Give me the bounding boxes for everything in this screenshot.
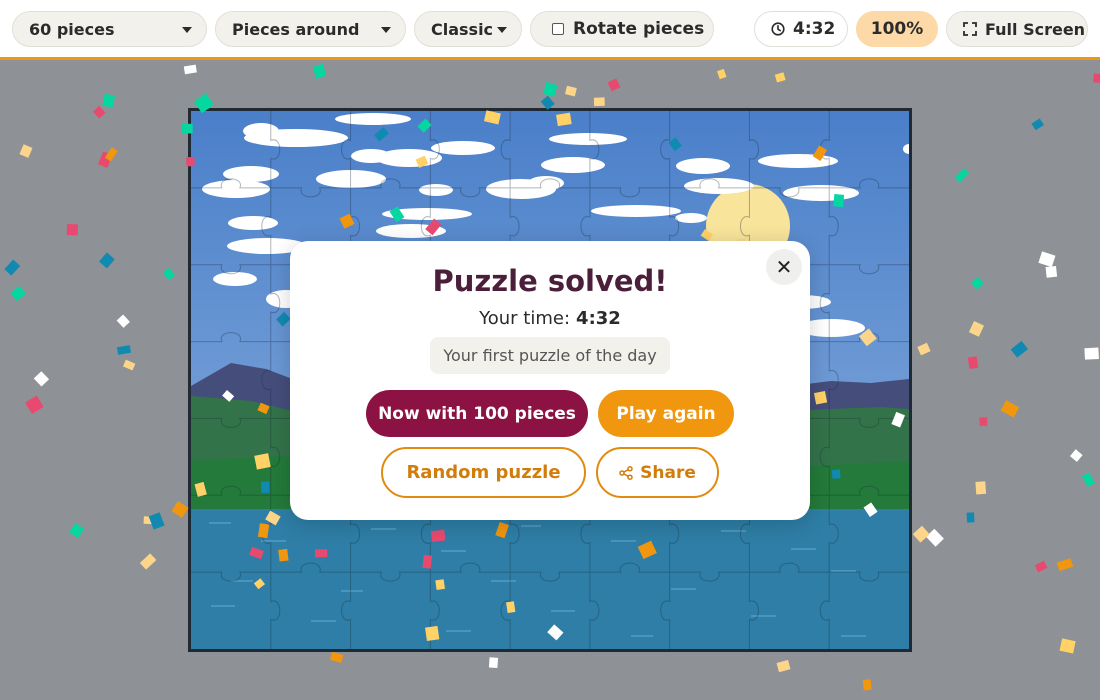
first-puzzle-badge: Your first puzzle of the day [430, 337, 670, 374]
confetti-piece [1000, 400, 1020, 418]
confetti-piece [116, 345, 132, 355]
confetti-piece [69, 522, 85, 539]
confetti-piece [954, 168, 970, 183]
confetti-piece [97, 151, 113, 169]
timer-value: 4:32 [793, 19, 836, 39]
confetti-piece [776, 659, 791, 673]
confetti-piece [1081, 472, 1095, 487]
confetti-piece [966, 512, 975, 523]
confetti-piece [1069, 449, 1083, 462]
confetti-piece [971, 276, 984, 290]
puzzle-solved-dialog: ✕ Puzzle solved! Your time: 4:32 Your fir… [290, 241, 810, 520]
confetti-piece [1034, 560, 1048, 573]
confetti-piece [862, 679, 872, 691]
chevron-down-icon [497, 27, 507, 33]
share-icon [619, 465, 633, 480]
rotate-pieces-label: Rotate pieces [573, 19, 705, 39]
confetti-piece [716, 68, 727, 80]
confetti-piece [975, 481, 987, 495]
confetti-piece [1056, 558, 1074, 572]
confetti-piece [33, 371, 50, 387]
confetti-piece [10, 285, 26, 302]
rotate-pieces-checkbox[interactable] [552, 23, 564, 35]
piece-shape-select-value: Pieces around [232, 19, 360, 39]
play-again-button[interactable]: Play again [598, 390, 734, 437]
confetti-piece [564, 85, 577, 97]
confetti-piece [99, 252, 115, 269]
confetti-piece [1093, 73, 1100, 83]
confetti-piece [123, 359, 136, 371]
confetti-piece [143, 516, 158, 525]
more-pieces-button[interactable]: Now with 100 pieces [366, 390, 588, 437]
fullscreen-label: Full Screen [985, 19, 1086, 39]
confetti-piece [329, 651, 344, 664]
style-select[interactable]: Classic [414, 11, 522, 47]
chevron-down-icon [381, 27, 391, 33]
confetti-piece [19, 144, 33, 158]
timer-display: 4:32 [754, 11, 848, 47]
chevron-down-icon [182, 27, 192, 33]
confetti-piece [25, 395, 44, 414]
confetti-piece [967, 356, 979, 370]
confetti-piece [912, 525, 930, 543]
your-time-value: 4:32 [576, 308, 621, 329]
confetti-piece [171, 501, 189, 518]
pieces-select-value: 60 pieces [29, 19, 115, 39]
confetti-piece [116, 314, 130, 328]
share-label: Share [640, 462, 696, 483]
fullscreen-icon [963, 22, 977, 36]
top-toolbar: 60 pieces Pieces around Classic Rotate p… [0, 0, 1100, 60]
confetti-piece [542, 81, 558, 97]
pieces-select[interactable]: 60 pieces [12, 11, 207, 47]
your-time-label: Your time: [479, 308, 571, 329]
confetti-piece [593, 97, 605, 107]
more-pieces-label: Now with 100 pieces [378, 403, 576, 424]
zoom-value: 100% [870, 19, 924, 39]
confetti-piece [1084, 347, 1099, 360]
confetti-piece [926, 528, 944, 547]
confetti-piece [488, 657, 499, 669]
piece-shape-select[interactable]: Pieces around [215, 11, 406, 47]
share-button[interactable]: Share [596, 447, 719, 498]
rotate-pieces-toggle[interactable]: Rotate pieces [530, 11, 714, 47]
confetti-piece [1038, 251, 1056, 268]
dialog-title: Puzzle solved! [432, 264, 668, 298]
confetti-piece [917, 342, 931, 356]
confetti-piece [148, 512, 165, 530]
confetti-piece [1045, 265, 1058, 278]
confetti-piece [104, 147, 118, 162]
confetti-piece [1010, 340, 1029, 358]
confetti-piece [66, 224, 79, 236]
clock-icon [771, 22, 785, 36]
your-time: Your time: 4:32 [290, 308, 810, 329]
confetti-piece [607, 78, 621, 92]
zoom-button[interactable]: 100% [856, 11, 938, 47]
confetti-piece [183, 64, 197, 75]
confetti-piece [162, 267, 175, 281]
confetti-piece [1059, 638, 1076, 654]
random-puzzle-label: Random puzzle [406, 462, 561, 483]
confetti-piece [4, 259, 21, 276]
confetti-piece [92, 105, 106, 119]
confetti-piece [968, 321, 985, 337]
confetti-piece [774, 72, 786, 83]
fullscreen-button[interactable]: Full Screen [946, 11, 1088, 47]
confetti-piece [979, 417, 988, 426]
style-select-value: Classic [431, 19, 494, 39]
confetti-piece [312, 63, 327, 79]
confetti-piece [102, 93, 115, 108]
confetti-piece [139, 553, 157, 570]
confetti-piece [1031, 118, 1044, 131]
play-again-label: Play again [616, 403, 716, 424]
random-puzzle-button[interactable]: Random puzzle [381, 447, 586, 498]
